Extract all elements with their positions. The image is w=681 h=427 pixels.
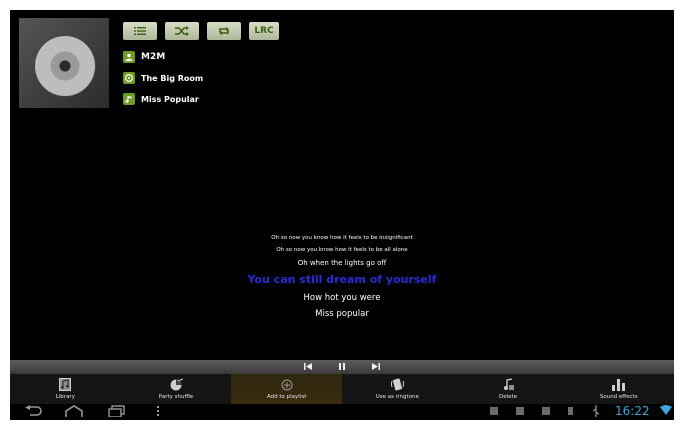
album-icon (123, 72, 135, 84)
lyric-line: How hot you were (303, 293, 381, 303)
delete-label: Delete (498, 394, 518, 400)
bottom-toolbar: Library Party shuffle Add to playlist Us… (10, 374, 674, 404)
album-row: The Big Room (123, 72, 203, 84)
delete-button[interactable]: Delete (453, 374, 564, 404)
library-label: Library (55, 394, 75, 400)
previous-icon[interactable] (304, 362, 312, 372)
ringtone-icon (390, 378, 404, 391)
party-shuffle-icon (169, 378, 183, 391)
lyrics-panel: Oh so now you know how it feels to be in… (10, 232, 674, 322)
music-player-screen: LRC M2M The Big Room Miss Popular Oh so … (10, 10, 674, 420)
clock: 16:22 (615, 404, 650, 418)
pause-icon[interactable] (338, 362, 346, 372)
home-icon[interactable] (64, 405, 84, 420)
screenshot-icon (490, 407, 498, 415)
use-as-ringtone-button[interactable]: Use as ringtone (342, 374, 453, 404)
party-shuffle-button[interactable]: Party shuffle (121, 374, 232, 404)
gallery-icon (542, 407, 550, 415)
lyric-line: Miss popular (315, 309, 369, 319)
artist-name: M2M (141, 52, 166, 62)
artist-icon (123, 51, 135, 63)
cd-icon (35, 36, 95, 96)
use-as-ringtone-label: Use as ringtone (375, 394, 419, 400)
library-button[interactable]: Library (10, 374, 121, 404)
sound-effects-button[interactable]: Sound effects (563, 374, 674, 404)
lyrics-label: LRC (254, 26, 274, 36)
sound-effects-label: Sound effects (599, 394, 638, 400)
song-icon (123, 93, 135, 105)
library-icon (58, 378, 72, 391)
notification-icon (516, 407, 524, 415)
menu-icon[interactable] (156, 405, 160, 420)
usb-icon (592, 405, 600, 420)
transport-bar (10, 360, 674, 374)
lyric-line: Oh so now you know how it feels to be in… (271, 235, 413, 241)
album-name: The Big Room (141, 73, 204, 83)
party-shuffle-label: Party shuffle (158, 394, 194, 400)
add-icon (280, 378, 294, 391)
system-navigation-bar: 16:22 (10, 404, 674, 420)
add-to-playlist-label: Add to playlist (266, 394, 307, 400)
battery-status-icon (568, 407, 573, 415)
artist-row: M2M (123, 51, 165, 63)
back-icon[interactable] (24, 405, 42, 420)
next-icon[interactable] (372, 362, 380, 372)
lyric-line: Oh so now you know how it feels to be al… (276, 247, 408, 253)
lyric-line-current: You can still dream of yourself (247, 273, 437, 286)
delete-icon (501, 378, 515, 391)
shuffle-icon[interactable] (165, 22, 199, 40)
song-name: Miss Popular (141, 94, 199, 104)
repeat-icon[interactable] (207, 22, 241, 40)
list-icon[interactable] (123, 22, 157, 40)
add-to-playlist-button[interactable]: Add to playlist (231, 374, 343, 404)
song-row: Miss Popular (123, 93, 199, 105)
player-controls: LRC (123, 22, 279, 40)
wifi-icon (660, 405, 672, 418)
recent-apps-icon[interactable] (108, 405, 126, 420)
album-art (19, 18, 109, 108)
lyrics-button[interactable]: LRC (249, 22, 279, 40)
lyric-line: Oh when the lights go off (297, 259, 387, 267)
equalizer-icon (612, 378, 626, 391)
